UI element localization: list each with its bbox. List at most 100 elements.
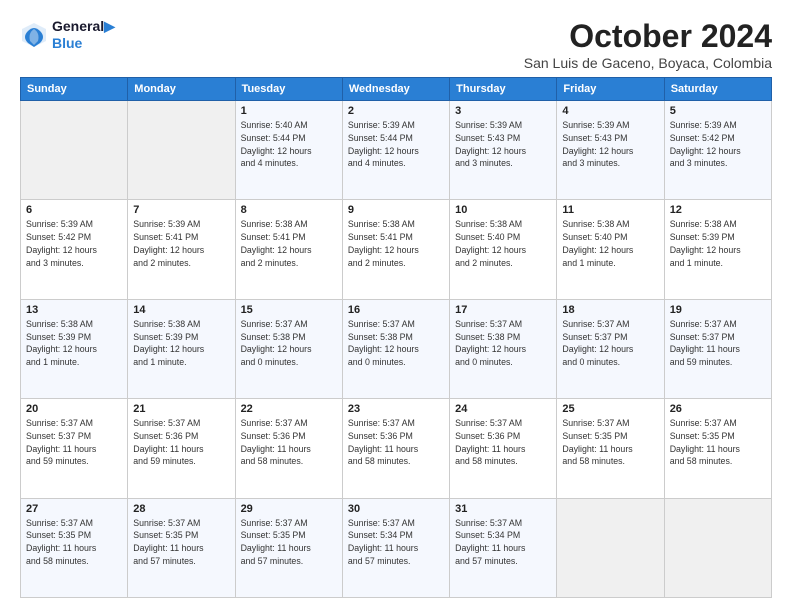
day-number: 24 <box>455 403 551 415</box>
table-row: 14 Sunrise: 5:38 AM Sunset: 5:39 PM Dayli… <box>128 299 235 398</box>
day-info: Sunrise: 5:37 AM Sunset: 5:36 PM Dayligh… <box>455 417 551 468</box>
day-info: Sunrise: 5:37 AM Sunset: 5:35 PM Dayligh… <box>562 417 658 468</box>
month-title: October 2024 <box>524 18 772 55</box>
day-number: 29 <box>241 503 337 515</box>
day-number: 18 <box>562 304 658 316</box>
day-number: 27 <box>26 503 122 515</box>
table-row: 13Sunrise: 5:38 AM Sunset: 5:39 PM Dayli… <box>21 299 128 398</box>
table-row: 25 Sunrise: 5:37 AM Sunset: 5:35 PM Dayli… <box>557 399 664 498</box>
day-number: 7 <box>133 204 229 216</box>
day-info: Sunrise: 5:38 AM Sunset: 5:41 PM Dayligh… <box>348 218 444 269</box>
table-row <box>664 498 771 597</box>
day-info: Sunrise: 5:37 AM Sunset: 5:35 PM Dayligh… <box>133 517 229 568</box>
day-info: Sunrise: 5:40 AM Sunset: 5:44 PM Dayligh… <box>241 119 337 170</box>
calendar-week-1: 1 Sunrise: 5:40 AM Sunset: 5:44 PM Daylig… <box>21 101 772 200</box>
logo: General▶ Blue <box>20 18 115 51</box>
table-row: 28 Sunrise: 5:37 AM Sunset: 5:35 PM Dayli… <box>128 498 235 597</box>
page: General▶ Blue October 2024 San Luis de G… <box>0 0 792 612</box>
col-thursday: Thursday <box>450 78 557 101</box>
calendar-week-3: 13 Sunrise: 5:38 AM Sunset: 5:39 PM Dayli… <box>21 299 772 398</box>
day-number: 30 <box>348 503 444 515</box>
day-info: Sunrise: 5:37 AM Sunset: 5:37 PM Dayligh… <box>670 318 766 369</box>
col-monday: Monday <box>128 78 235 101</box>
col-wednesday: Wednesday <box>342 78 449 101</box>
day-info: Sunrise: 5:39 AM Sunset: 5:41 PM Dayligh… <box>133 218 229 269</box>
day-number: 28 <box>133 503 229 515</box>
day-info: Sunrise: 5:39 AM Sunset: 5:43 PM Dayligh… <box>455 119 551 170</box>
day-number: 16 <box>348 304 444 316</box>
location-title: San Luis de Gaceno, Boyaca, Colombia <box>524 55 772 71</box>
table-row: 7 Sunrise: 5:39 AM Sunset: 5:41 PM Daylig… <box>128 200 235 299</box>
table-row: 11 Sunrise: 5:38 AM Sunset: 5:40 PM Dayli… <box>557 200 664 299</box>
table-row: 6 Sunrise: 5:39 AM Sunset: 5:42 PM Daylig… <box>21 200 128 299</box>
day-number: 23 <box>348 403 444 415</box>
day-number: 2 <box>348 105 444 117</box>
table-row: 30 Sunrise: 5:37 AM Sunset: 5:34 PM Dayli… <box>342 498 449 597</box>
table-row: 15 Sunrise: 5:37 AM Sunset: 5:38 PM Dayli… <box>235 299 342 398</box>
day-info: Sunrise: 5:37 AM Sunset: 5:35 PM Dayligh… <box>26 517 122 568</box>
day-info: Sunrise: 5:37 AM Sunset: 5:34 PM Dayligh… <box>348 517 444 568</box>
day-number: 11 <box>562 204 658 216</box>
day-number: 20 <box>26 403 122 415</box>
table-row: 2Sunrise: 5:39 AM Sunset: 5:44 PM Daylig… <box>342 101 449 200</box>
day-info: Sunrise: 5:37 AM Sunset: 5:34 PM Dayligh… <box>455 517 551 568</box>
table-row: 19 Sunrise: 5:37 AM Sunset: 5:37 PM Dayli… <box>664 299 771 398</box>
day-number: 15 <box>241 304 337 316</box>
table-row: 22 Sunrise: 5:37 AM Sunset: 5:36 PM Dayli… <box>235 399 342 498</box>
day-info: Sunrise: 5:37 AM Sunset: 5:36 PM Dayligh… <box>241 417 337 468</box>
day-number: 1 <box>241 105 337 117</box>
day-number: 17 <box>455 304 551 316</box>
day-number: 8 <box>241 204 337 216</box>
day-number: 3 <box>455 105 551 117</box>
calendar-week-2: 6 Sunrise: 5:39 AM Sunset: 5:42 PM Daylig… <box>21 200 772 299</box>
day-number: 22 <box>241 403 337 415</box>
col-friday: Friday <box>557 78 664 101</box>
table-row <box>128 101 235 200</box>
col-tuesday: Tuesday <box>235 78 342 101</box>
day-info: Sunrise: 5:37 AM Sunset: 5:37 PM Dayligh… <box>26 417 122 468</box>
day-number: 19 <box>670 304 766 316</box>
day-info: Sunrise: 5:38 AM Sunset: 5:40 PM Dayligh… <box>455 218 551 269</box>
table-row: 21 Sunrise: 5:37 AM Sunset: 5:36 PM Dayli… <box>128 399 235 498</box>
table-row: 8Sunrise: 5:38 AM Sunset: 5:41 PM Daylig… <box>235 200 342 299</box>
day-number: 26 <box>670 403 766 415</box>
col-saturday: Saturday <box>664 78 771 101</box>
calendar-week-4: 20 Sunrise: 5:37 AM Sunset: 5:37 PM Dayli… <box>21 399 772 498</box>
table-row: 4Sunrise: 5:39 AM Sunset: 5:43 PM Daylig… <box>557 101 664 200</box>
day-number: 13 <box>26 304 122 316</box>
table-row: 18Sunrise: 5:37 AM Sunset: 5:37 PM Dayli… <box>557 299 664 398</box>
day-info: Sunrise: 5:37 AM Sunset: 5:35 PM Dayligh… <box>241 517 337 568</box>
title-block: October 2024 San Luis de Gaceno, Boyaca,… <box>524 18 772 71</box>
day-info: Sunrise: 5:38 AM Sunset: 5:39 PM Dayligh… <box>670 218 766 269</box>
day-number: 9 <box>348 204 444 216</box>
table-row: 23 Sunrise: 5:37 AM Sunset: 5:36 PM Dayli… <box>342 399 449 498</box>
day-number: 10 <box>455 204 551 216</box>
logo-text: General▶ Blue <box>52 18 115 51</box>
header: General▶ Blue October 2024 San Luis de G… <box>20 18 772 71</box>
day-number: 4 <box>562 105 658 117</box>
day-number: 5 <box>670 105 766 117</box>
day-info: Sunrise: 5:38 AM Sunset: 5:39 PM Dayligh… <box>133 318 229 369</box>
day-info: Sunrise: 5:39 AM Sunset: 5:42 PM Dayligh… <box>670 119 766 170</box>
table-row: 10 Sunrise: 5:38 AM Sunset: 5:40 PM Dayli… <box>450 200 557 299</box>
logo-icon <box>20 21 48 49</box>
table-row: 3 Sunrise: 5:39 AM Sunset: 5:43 PM Daylig… <box>450 101 557 200</box>
day-info: Sunrise: 5:39 AM Sunset: 5:42 PM Dayligh… <box>26 218 122 269</box>
day-number: 25 <box>562 403 658 415</box>
day-info: Sunrise: 5:37 AM Sunset: 5:38 PM Dayligh… <box>241 318 337 369</box>
table-row: 27 Sunrise: 5:37 AM Sunset: 5:35 PM Dayli… <box>21 498 128 597</box>
day-number: 14 <box>133 304 229 316</box>
table-row: 20 Sunrise: 5:37 AM Sunset: 5:37 PM Dayli… <box>21 399 128 498</box>
day-info: Sunrise: 5:37 AM Sunset: 5:38 PM Dayligh… <box>455 318 551 369</box>
col-sunday: Sunday <box>21 78 128 101</box>
day-info: Sunrise: 5:38 AM Sunset: 5:40 PM Dayligh… <box>562 218 658 269</box>
day-info: Sunrise: 5:37 AM Sunset: 5:36 PM Dayligh… <box>133 417 229 468</box>
table-row: 5 Sunrise: 5:39 AM Sunset: 5:42 PM Daylig… <box>664 101 771 200</box>
day-number: 21 <box>133 403 229 415</box>
day-number: 6 <box>26 204 122 216</box>
day-info: Sunrise: 5:37 AM Sunset: 5:35 PM Dayligh… <box>670 417 766 468</box>
day-number: 31 <box>455 503 551 515</box>
day-info: Sunrise: 5:37 AM Sunset: 5:36 PM Dayligh… <box>348 417 444 468</box>
table-row: 17 Sunrise: 5:37 AM Sunset: 5:38 PM Dayli… <box>450 299 557 398</box>
table-row: 24 Sunrise: 5:37 AM Sunset: 5:36 PM Dayli… <box>450 399 557 498</box>
